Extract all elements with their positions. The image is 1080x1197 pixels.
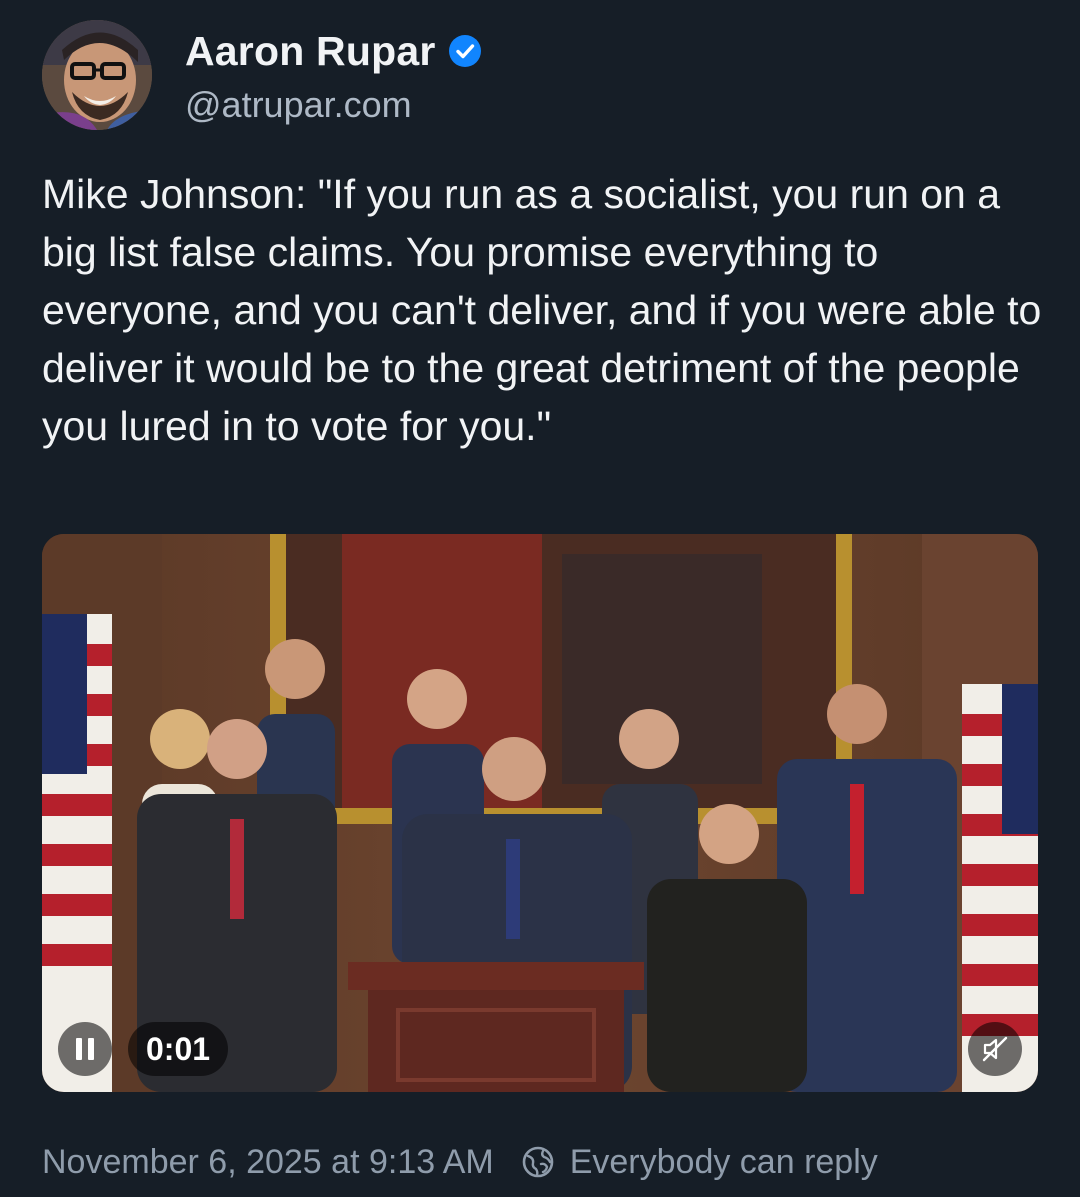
post-timestamp[interactable]: November 6, 2025 at 9:13 AM	[42, 1143, 494, 1182]
mute-toggle-button[interactable]	[968, 1022, 1022, 1076]
post-footer: November 6, 2025 at 9:13 AM Everybody ca…	[42, 1138, 878, 1186]
globe-icon	[522, 1146, 554, 1178]
pause-icon	[76, 1038, 82, 1060]
post: Aaron Rupar @atrupar.com Mike Johnson: "…	[0, 0, 1080, 1197]
post-header: Aaron Rupar @atrupar.com	[42, 20, 1042, 132]
author-display-name[interactable]: Aaron Rupar	[185, 28, 436, 75]
reply-setting[interactable]: Everybody can reply	[520, 1143, 878, 1182]
video-player[interactable]: 0:01	[42, 534, 1038, 1092]
post-body-text: Mike Johnson: "If you run as a socialist…	[42, 171, 1053, 449]
video-elapsed-time: 0:01	[128, 1022, 229, 1076]
video-frame-image	[42, 534, 1038, 1092]
pause-button[interactable]	[58, 1022, 112, 1076]
reply-setting-label: Everybody can reply	[569, 1142, 878, 1181]
verified-badge-icon[interactable]	[448, 34, 482, 68]
avatar-photo	[42, 20, 152, 130]
avatar[interactable]	[42, 20, 152, 130]
author-handle[interactable]: @atrupar.com	[185, 84, 412, 126]
name-row: Aaron Rupar	[185, 26, 482, 76]
speaker-muted-icon	[982, 1036, 1008, 1062]
